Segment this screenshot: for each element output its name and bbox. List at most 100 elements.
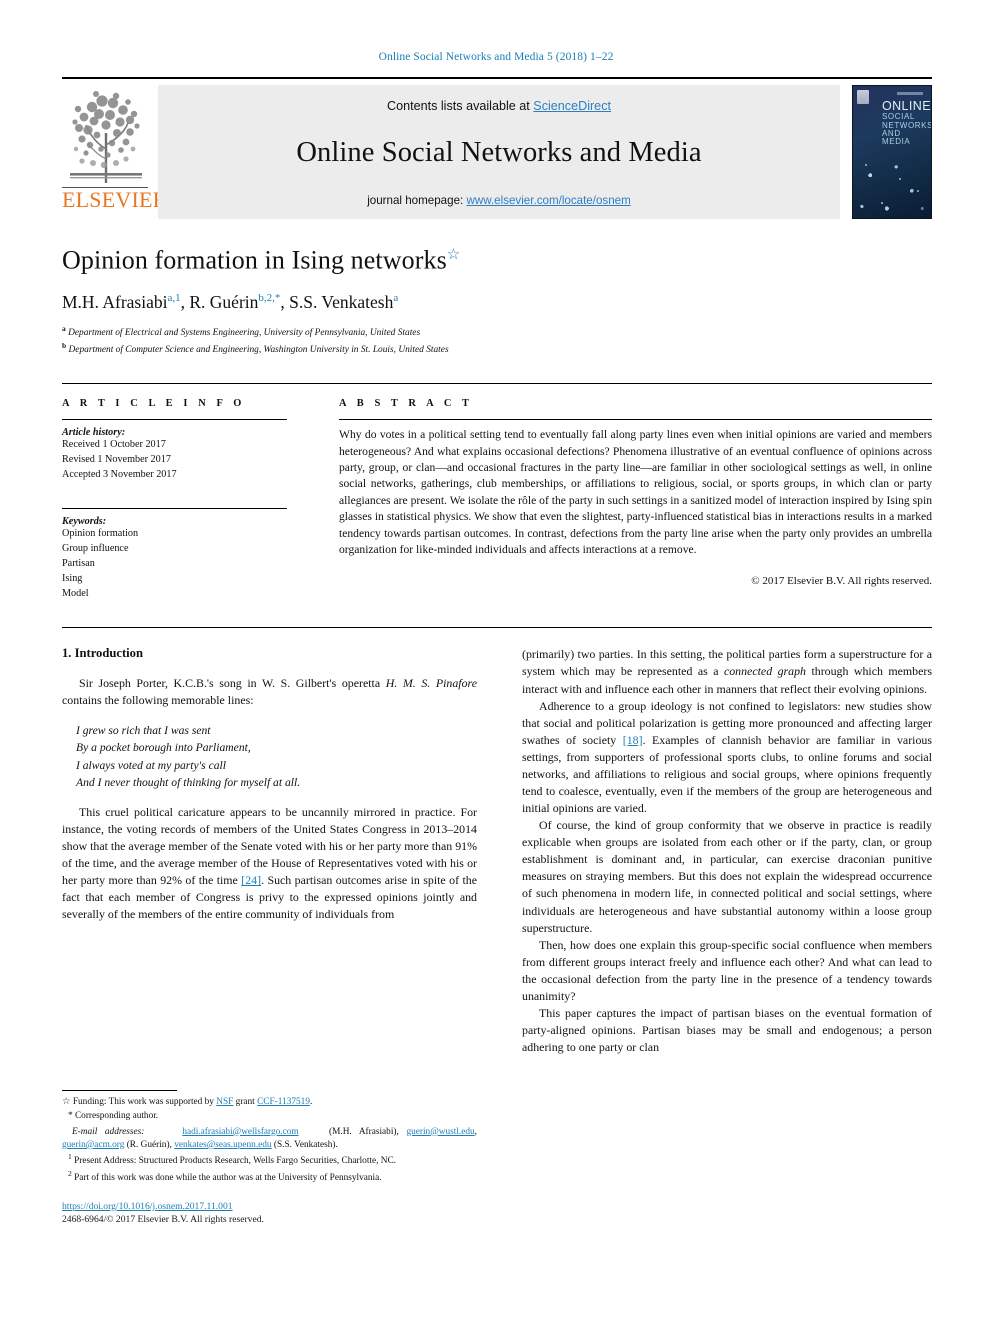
funding-mid: grant: [233, 1097, 258, 1108]
funding-marker: ☆: [62, 1097, 71, 1108]
abstract-copyright: © 2017 Elsevier B.V. All rights reserved…: [751, 574, 932, 587]
page-title: Opinion formation in Ising networks☆: [62, 245, 932, 276]
sciencedirect-link[interactable]: ScienceDirect: [533, 99, 611, 113]
citation-link[interactable]: [18]: [623, 733, 643, 747]
cover-elsevier-icon: [857, 90, 869, 104]
email-owner: (R. Guérin): [126, 1139, 170, 1150]
email-link[interactable]: guerin@wustl.edu: [406, 1127, 474, 1137]
title-footnote-marker: ☆: [446, 247, 461, 263]
affiliation-text: Department of Computer Science and Engin…: [68, 345, 449, 356]
article-history-label: Article history:: [62, 427, 126, 439]
keywords-label: Keywords:: [62, 516, 107, 528]
cover-header-rule: [897, 92, 923, 95]
journal-masthead: ELSEVIER Contents lists available at Sci…: [62, 77, 932, 219]
citation-link[interactable]: [24]: [241, 873, 261, 887]
info-abstract-row: A R T I C L E I N F O Article history: R…: [62, 383, 932, 601]
keyword-item: Ising: [62, 572, 83, 584]
elsevier-logo: ELSEVIER: [62, 85, 168, 213]
divider: [62, 419, 287, 421]
footnote-emails: E-mail addresses: hadi.afrasiabi@wellsfa…: [62, 1126, 477, 1150]
paper-title-text: Opinion formation in Ising networks: [62, 245, 447, 275]
paragraph: This cruel political caricature appears …: [62, 804, 477, 924]
article-history-item: Revised 1 November 2017: [62, 453, 171, 465]
body-right-column: (primarily) two parties. In this setting…: [497, 646, 932, 1227]
paper-page: Online Social Networks and Media 5 (2018…: [0, 0, 992, 1323]
para-text: contains the following memorable lines:: [62, 693, 254, 708]
keyword-item: Opinion formation: [62, 528, 139, 540]
issn-copyright-line: 2468-6964/© 2017 Elsevier B.V. All right…: [62, 1214, 264, 1226]
cover-network-globe: [853, 144, 931, 218]
author-marks[interactable]: a: [393, 292, 398, 304]
journal-banner: Contents lists available at ScienceDirec…: [158, 85, 840, 219]
cover-node-dot: [865, 164, 867, 166]
paragraph: Then, how does one explain this group-sp…: [522, 937, 932, 1003]
author-name: S.S. Venkatesh: [289, 291, 394, 312]
author-name: M.H. Afrasiabi: [62, 291, 168, 312]
paragraph: (primarily) two parties. In this setting…: [522, 646, 932, 697]
footnotes-block: ☆ Funding: This work was supported by NS…: [62, 1084, 477, 1227]
cover-node-dot: [881, 202, 883, 204]
corresponding-text: Corresponding author.: [72, 1111, 159, 1122]
contents-prefix: Contents lists available at: [386, 99, 534, 113]
journal-homepage-line: journal homepage: www.elsevier.com/locat…: [367, 194, 631, 207]
abstract-column: A B S T R A C T Why do votes in a politi…: [307, 398, 932, 601]
journal-cover-image: ONLINE SOCIAL NETWORKS AND MEDIA: [852, 85, 932, 219]
footnote-divider: [62, 1090, 177, 1092]
footnote-note-1: 1 Present Address: Structured Products R…: [62, 1152, 477, 1169]
article-history-item: Accepted 3 November 2017: [62, 468, 177, 480]
nsf-link[interactable]: NSF: [216, 1097, 233, 1107]
affiliation-item: b Department of Computer Science and Eng…: [62, 340, 932, 357]
funding-text: Funding: This work was supported by: [70, 1097, 217, 1108]
journal-homepage-link[interactable]: www.elsevier.com/locate/osnem: [466, 194, 630, 207]
body-two-columns: 1. Introduction Sir Joseph Porter, K.C.B…: [62, 627, 932, 1227]
affiliation-list: a Department of Electrical and Systems E…: [62, 323, 932, 357]
running-head: Online Social Networks and Media 5 (2018…: [378, 51, 614, 63]
para-italic: connected graph: [723, 664, 806, 679]
footnote-text: Present Address: Structured Products Res…: [71, 1156, 396, 1167]
doi-block: https://doi.org/10.1016/j.osnem.2017.11.…: [62, 1200, 477, 1228]
footnote-corresponding: * Corresponding author.: [62, 1110, 477, 1123]
verse-line: I grew so rich that I was sent: [76, 723, 211, 737]
divider: [339, 419, 932, 421]
affiliation-item: a Department of Electrical and Systems E…: [62, 323, 932, 340]
author-marks[interactable]: b,2,*: [258, 292, 280, 304]
journal-title: Online Social Networks and Media: [296, 137, 702, 168]
author-marks[interactable]: a,1: [167, 292, 180, 304]
author-list: M.H. Afrasiabia,1, R. Guérinb,2,*, S.S. …: [62, 291, 399, 312]
abstract-text: Why do votes in a political setting tend…: [339, 428, 932, 557]
homepage-prefix: journal homepage:: [367, 194, 467, 207]
email-link[interactable]: guerin@acm.org: [62, 1140, 124, 1150]
grant-link[interactable]: CCF-1137519: [257, 1097, 310, 1107]
email-owner: (M.H. Afrasiabi): [329, 1126, 397, 1137]
affiliation-mark: a: [62, 323, 66, 333]
footnote-funding: ☆ Funding: This work was supported by NS…: [62, 1096, 477, 1110]
divider: [62, 508, 287, 510]
paragraph: Sir Joseph Porter, K.C.B.'s song in W. S…: [62, 675, 477, 709]
email-link[interactable]: hadi.afrasiabi@wellsfargo.com: [182, 1127, 298, 1137]
email-link[interactable]: venkates@seas.upenn.edu: [174, 1140, 271, 1150]
verse-quote: I grew so rich that I was sent By a pock…: [76, 722, 477, 792]
section-heading-introduction: 1. Introduction: [62, 646, 143, 661]
para-italic: H. M. S. Pinafore: [385, 676, 477, 691]
cover-node-dot: [917, 190, 919, 192]
doi-link[interactable]: https://doi.org/10.1016/j.osnem.2017.11.…: [62, 1201, 233, 1212]
keyword-item: Model: [62, 587, 89, 599]
article-history-item: Received 1 October 2017: [62, 439, 166, 451]
email-owner: (S.S. Venkatesh): [273, 1139, 336, 1150]
keyword-item: Group influence: [62, 543, 129, 555]
paragraph: Of course, the kind of group conformity …: [522, 818, 932, 935]
paragraph: This paper captures the impact of partis…: [522, 1006, 932, 1055]
contents-lists-line: Contents lists available at ScienceDirec…: [387, 99, 611, 113]
article-info-heading: A R T I C L E I N F O: [62, 398, 246, 410]
verse-line: By a pocket borough into Parliament,: [76, 741, 251, 755]
article-title-block: Opinion formation in Ising networks☆ M.H…: [62, 245, 932, 357]
paragraph: Adherence to a group ideology is not con…: [522, 698, 932, 818]
keywords-block: Keywords: Opinion formation Group influe…: [62, 508, 287, 601]
article-info-column: A R T I C L E I N F O Article history: R…: [62, 398, 307, 601]
author-name: R. Guérin: [189, 291, 259, 312]
funding-end: .: [309, 1097, 313, 1108]
elsevier-wordmark: ELSEVIER: [62, 187, 168, 212]
abstract-heading: A B S T R A C T: [339, 398, 473, 410]
footnote-text: Part of this work was done while the aut…: [71, 1173, 382, 1184]
body-left-column: 1. Introduction Sir Joseph Porter, K.C.B…: [62, 646, 497, 1227]
